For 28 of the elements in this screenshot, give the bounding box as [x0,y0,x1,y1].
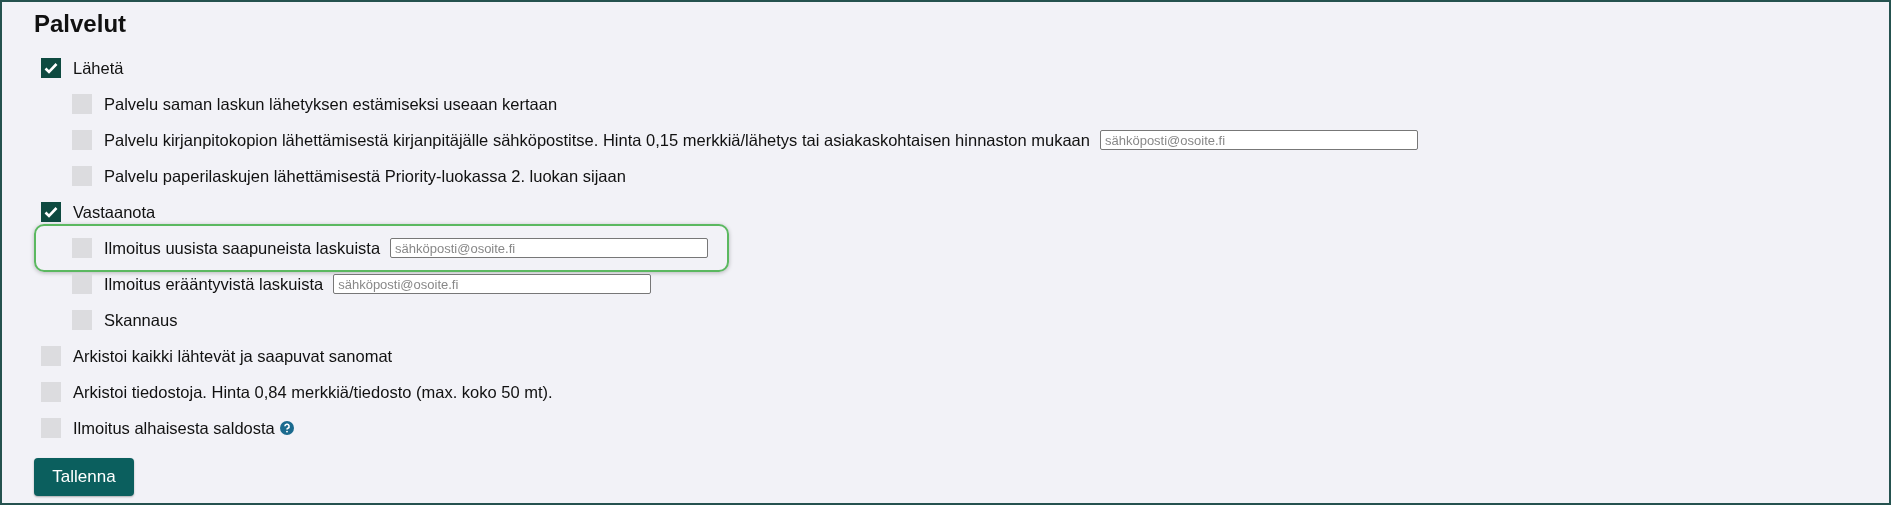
option-label: Ilmoitus alhaisesta saldosta [73,418,275,438]
help-icon[interactable] [279,421,294,435]
checkbox[interactable] [72,130,92,150]
save-button[interactable]: Tallenna [34,458,134,496]
section-title: Palvelut [34,9,128,39]
option-label: Skannaus [104,310,178,330]
checkbox[interactable] [72,310,92,330]
checkbox[interactable] [41,346,61,366]
checkbox[interactable] [72,94,92,114]
option-label: Palvelu paperilaskujen lähettämisestä Priority-luokassa 2. luokan sijaan [104,166,626,186]
option-label: Palvelu saman laskun lähetyksen estämiseksi useaan kertaan [104,94,558,114]
checkbox[interactable] [41,202,61,222]
option-label: Lähetä [73,58,124,78]
option-label: Arkistoi tiedostoja. Hinta 0,84 merkkiä/tiedosto (max. koko 50 mt). [73,382,553,402]
checkbox[interactable] [41,418,61,438]
checkbox[interactable] [41,58,61,78]
email-field[interactable]: sähköposti@osoite.fi [390,238,709,258]
email-field[interactable]: sähköposti@osoite.fi [333,274,652,294]
email-field[interactable]: sähköposti@osoite.fi [1099,130,1418,150]
checkbox[interactable] [72,166,92,186]
option-label: Palvelu kirjanpitokopion lähettämisestä kirjanpitäjälle sähköpostitse. Hinta 0,15 merkkiä/lähetys tai asiakaskohtaisen hinnaston mukaan [104,130,1090,150]
option-label: Ilmoitus uusista saapuneista laskuista [104,238,381,258]
checkbox[interactable] [41,382,61,402]
checkbox[interactable] [72,238,92,258]
checkbox[interactable] [72,274,92,294]
option-label: Arkistoi kaikki lähtevät ja saapuvat sanomat [73,346,393,366]
option-label: Vastaanota [73,202,156,222]
option-label: Ilmoitus erääntyvistä laskuista [104,274,324,294]
